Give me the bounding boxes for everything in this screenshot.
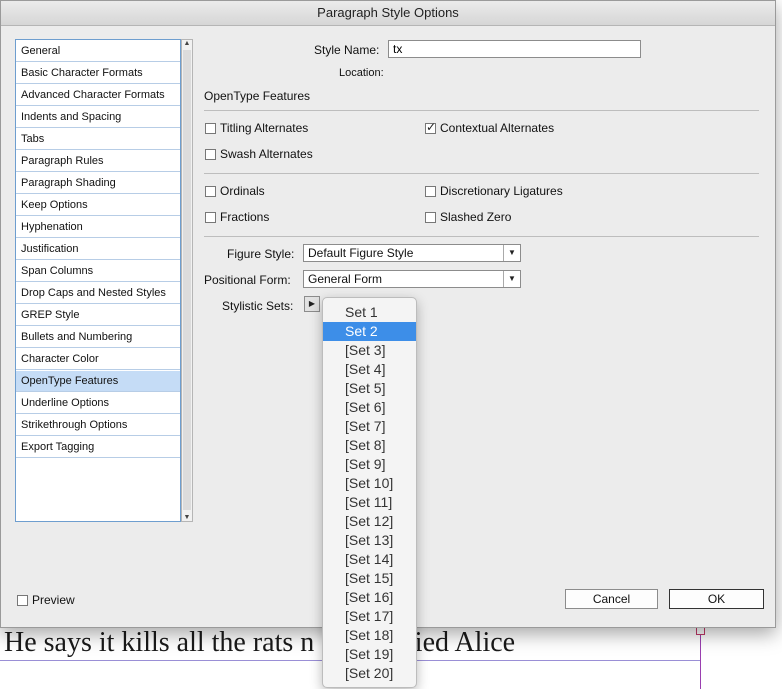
style-name-label: Style Name:: [314, 43, 380, 57]
menu-item-set-18[interactable]: [Set 18]: [323, 626, 416, 645]
sidebar-item-general[interactable]: General: [16, 41, 180, 62]
stylistic-sets-label: Stylistic Sets:: [222, 299, 294, 313]
swash-alternates-checkbox[interactable]: Swash Alternates: [205, 147, 313, 161]
checkbox-icon[interactable]: [205, 122, 216, 134]
sidebar-item-indents-and-spacing[interactable]: Indents and Spacing: [16, 107, 180, 128]
menu-item-set-2[interactable]: Set 2: [323, 322, 416, 341]
positional-form-value: General Form: [308, 272, 383, 286]
checkbox-label: Contextual Alternates: [440, 121, 555, 135]
stylistic-sets-menu: Set 1 Set 2 [Set 3] [Set 4] [Set 5] [Set…: [322, 297, 417, 688]
section-title: OpenType Features: [204, 89, 311, 103]
sidebar-item-grep-style[interactable]: GREP Style: [16, 305, 180, 326]
preview-label: Preview: [32, 593, 75, 607]
checkmark-icon[interactable]: [425, 120, 436, 134]
menu-item-set-19[interactable]: [Set 19]: [323, 645, 416, 664]
scroll-down-icon[interactable]: ▼: [182, 514, 192, 521]
slashed-zero-checkbox[interactable]: Slashed Zero: [425, 210, 511, 224]
divider: [204, 110, 759, 111]
menu-item-set-9[interactable]: [Set 9]: [323, 455, 416, 474]
sidebar-item-advanced-character-formats[interactable]: Advanced Character Formats: [16, 85, 180, 106]
style-name-input[interactable]: [388, 40, 641, 58]
chevron-down-icon[interactable]: ▼: [503, 245, 520, 261]
checkbox-icon[interactable]: [205, 148, 216, 160]
figure-style-value: Default Figure Style: [308, 246, 414, 260]
menu-item-set-15[interactable]: [Set 15]: [323, 569, 416, 588]
location-label: Location:: [339, 67, 384, 79]
dialog-title: Paragraph Style Options: [1, 1, 775, 26]
menu-item-set-3[interactable]: [Set 3]: [323, 341, 416, 360]
menu-item-set-16[interactable]: [Set 16]: [323, 588, 416, 607]
scroll-thumb[interactable]: [183, 50, 191, 510]
sidebar-item-basic-character-formats[interactable]: Basic Character Formats: [16, 63, 180, 84]
sidebar-item-hyphenation[interactable]: Hyphenation: [16, 217, 180, 238]
menu-item-set-4[interactable]: [Set 4]: [323, 360, 416, 379]
menu-item-set-12[interactable]: [Set 12]: [323, 512, 416, 531]
sidebar-item-export-tagging[interactable]: Export Tagging: [16, 437, 180, 458]
sidebar-item-strikethrough-options[interactable]: Strikethrough Options: [16, 415, 180, 436]
fractions-checkbox[interactable]: Fractions: [205, 210, 269, 224]
checkbox-icon[interactable]: [205, 211, 216, 223]
checkbox-label: Ordinals: [220, 184, 265, 198]
figure-style-select[interactable]: Default Figure Style ▼: [303, 244, 521, 262]
checkbox-icon[interactable]: [425, 185, 436, 197]
contextual-alternates-checkbox[interactable]: Contextual Alternates: [425, 120, 555, 135]
sidebar-item-bullets-and-numbering[interactable]: Bullets and Numbering: [16, 327, 180, 348]
checkbox-icon[interactable]: [205, 185, 216, 197]
discretionary-ligatures-checkbox[interactable]: Discretionary Ligatures: [425, 184, 563, 198]
sidebar-item-keep-options[interactable]: Keep Options: [16, 195, 180, 216]
sidebar-item-character-color[interactable]: Character Color: [16, 349, 180, 370]
sidebar-item-drop-caps[interactable]: Drop Caps and Nested Styles: [16, 283, 180, 304]
ok-button[interactable]: OK: [669, 589, 764, 609]
sidebar-item-underline-options[interactable]: Underline Options: [16, 393, 180, 414]
sidebar-item-tabs[interactable]: Tabs: [16, 129, 180, 150]
ordinals-checkbox[interactable]: Ordinals: [205, 184, 265, 198]
titling-alternates-checkbox[interactable]: Titling Alternates: [205, 121, 308, 135]
chevron-down-icon[interactable]: ▼: [503, 271, 520, 287]
positional-form-select[interactable]: General Form ▼: [303, 270, 521, 288]
divider: [204, 236, 759, 237]
menu-item-set-11[interactable]: [Set 11]: [323, 493, 416, 512]
sidebar-item-span-columns[interactable]: Span Columns: [16, 261, 180, 282]
sidebar-scrollbar[interactable]: ▲ ▼: [181, 39, 193, 522]
cancel-button[interactable]: Cancel: [565, 589, 658, 609]
checkbox-label: Discretionary Ligatures: [440, 184, 563, 198]
sidebar-item-justification[interactable]: Justification: [16, 239, 180, 260]
menu-item-set-7[interactable]: [Set 7]: [323, 417, 416, 436]
scroll-up-icon[interactable]: ▲: [182, 40, 192, 47]
menu-item-set-17[interactable]: [Set 17]: [323, 607, 416, 626]
figure-style-label: Figure Style:: [227, 247, 295, 261]
divider: [204, 173, 759, 174]
stylistic-sets-button[interactable]: ▶: [304, 296, 320, 312]
category-list: General Basic Character Formats Advanced…: [15, 39, 181, 522]
checkbox-label: Titling Alternates: [220, 121, 309, 135]
triangle-right-icon: ▶: [308, 299, 316, 308]
menu-item-set-20[interactable]: [Set 20]: [323, 664, 416, 683]
checkbox-label: Slashed Zero: [440, 210, 512, 224]
checkbox-label: Fractions: [220, 210, 270, 224]
menu-item-set-13[interactable]: [Set 13]: [323, 531, 416, 550]
checkbox-label: Swash Alternates: [220, 147, 313, 161]
checkbox-icon[interactable]: [425, 211, 436, 223]
positional-form-label: Positional Form:: [204, 273, 291, 287]
sidebar-item-paragraph-shading[interactable]: Paragraph Shading: [16, 173, 180, 194]
menu-item-set-5[interactable]: [Set 5]: [323, 379, 416, 398]
sidebar-item-paragraph-rules[interactable]: Paragraph Rules: [16, 151, 180, 172]
menu-item-set-14[interactable]: [Set 14]: [323, 550, 416, 569]
sidebar-item-opentype-features[interactable]: OpenType Features: [16, 371, 180, 392]
menu-item-set-8[interactable]: [Set 8]: [323, 436, 416, 455]
vertical-guide: [700, 628, 701, 689]
preview-checkbox[interactable]: Preview: [17, 593, 75, 607]
checkbox-icon[interactable]: [17, 594, 28, 606]
menu-item-set-6[interactable]: [Set 6]: [323, 398, 416, 417]
menu-item-set-10[interactable]: [Set 10]: [323, 474, 416, 493]
menu-item-set-1[interactable]: Set 1: [323, 303, 416, 322]
